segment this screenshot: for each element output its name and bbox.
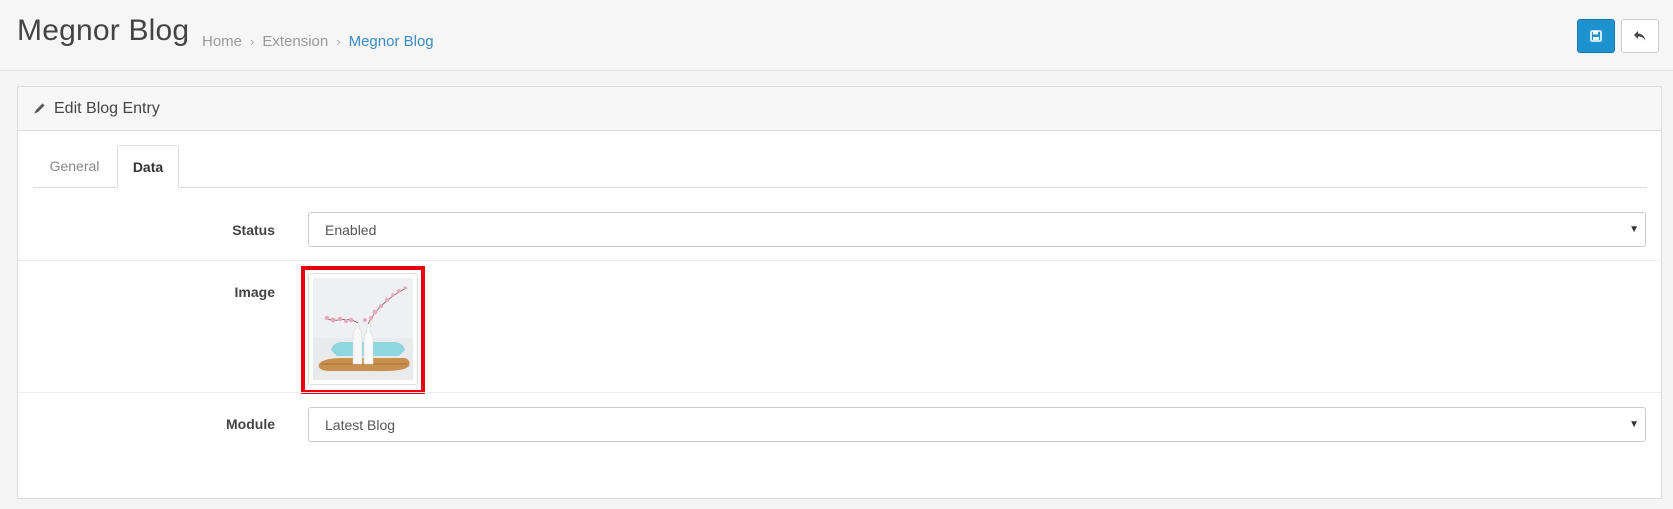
module-label: Module <box>226 416 275 432</box>
save-icon <box>1590 30 1602 42</box>
status-select[interactable]: Enabled ▼ <box>308 212 1646 247</box>
module-select[interactable]: Latest Blog ▼ <box>308 407 1646 442</box>
panel-heading: Edit Blog Entry <box>18 87 1661 131</box>
status-label: Status <box>232 222 275 238</box>
blog-image-thumbnail[interactable] <box>308 273 418 385</box>
image-label: Image <box>234 284 275 300</box>
breadcrumb: Home › Extension › Megnor Blog <box>202 33 434 50</box>
panel-title: Edit Blog Entry <box>54 99 160 117</box>
tab-general[interactable]: General <box>33 145 116 187</box>
edit-blog-panel: Edit Blog Entry General Data Status Enab… <box>17 86 1662 499</box>
page-header: Megnor Blog Home › Extension › Megnor Bl… <box>0 0 1673 71</box>
reply-icon <box>1634 31 1646 41</box>
tab-bar: General Data <box>33 145 1647 188</box>
breadcrumb-home[interactable]: Home <box>202 33 242 50</box>
breadcrumb-megnor-blog[interactable]: Megnor Blog <box>349 33 434 50</box>
tab-data[interactable]: Data <box>117 145 179 188</box>
pencil-icon <box>34 103 45 114</box>
blog-image <box>313 278 413 380</box>
dropdown-caret-icon: ▼ <box>1629 224 1639 235</box>
dropdown-caret-icon: ▼ <box>1629 419 1639 430</box>
breadcrumb-separator: › <box>336 34 341 49</box>
breadcrumb-separator: › <box>250 34 255 49</box>
save-button[interactable] <box>1577 19 1615 53</box>
module-value: Latest Blog <box>325 416 396 433</box>
status-value: Enabled <box>325 221 377 238</box>
back-button[interactable] <box>1621 19 1659 53</box>
breadcrumb-extension[interactable]: Extension <box>262 33 328 50</box>
row-divider <box>18 392 1661 393</box>
page-title: Megnor Blog <box>17 14 190 47</box>
row-divider <box>18 260 1661 261</box>
